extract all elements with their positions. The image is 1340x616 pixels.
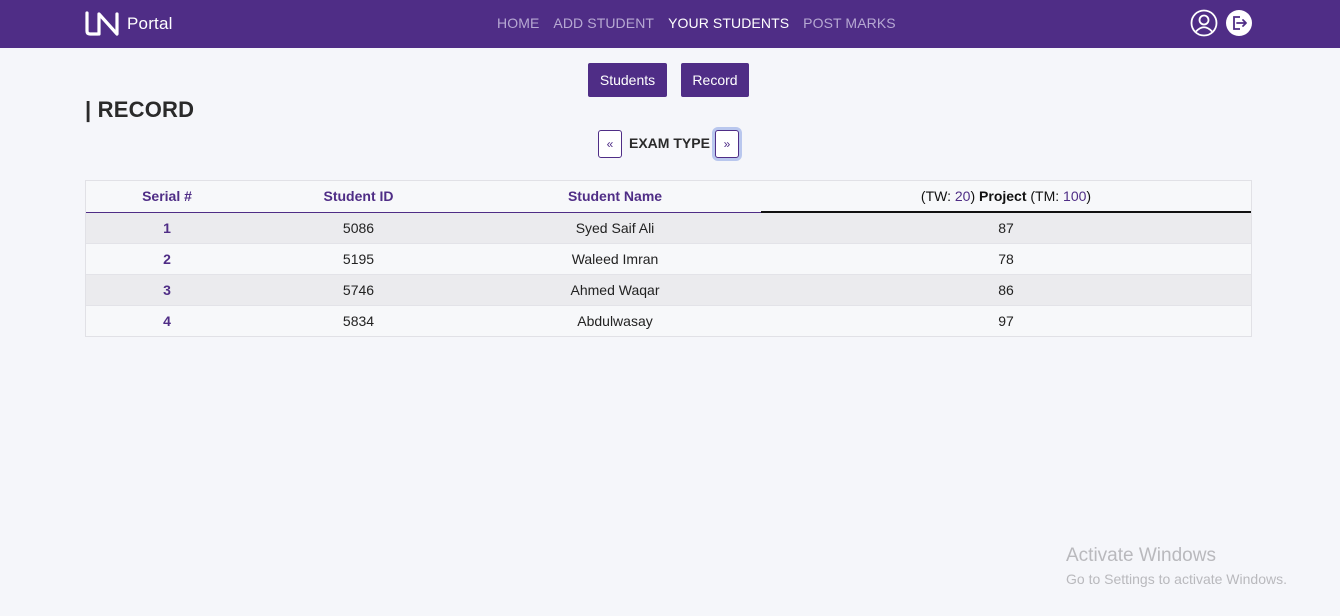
tm-prefix: (TM: — [1030, 188, 1064, 204]
watermark-title: Activate Windows — [1066, 545, 1216, 566]
total-marks-value: 100 — [1063, 188, 1087, 204]
activate-windows-watermark: Activate Windows Go to Settings to activ… — [1066, 545, 1287, 587]
cell-student-id: 5086 — [248, 211, 469, 244]
cell-serial: 2 — [86, 243, 248, 275]
col-header-student-name: Student Name — [469, 181, 761, 213]
col-header-marks: (TW: 20) Project (TM: 100) — [761, 181, 1251, 213]
brand-text: Portal — [127, 14, 173, 33]
tw-prefix: (TW: — [920, 188, 955, 204]
logout-icon[interactable] — [1225, 9, 1253, 37]
record-table: Serial # Student ID Student Name (TW: 20… — [86, 181, 1251, 336]
students-button[interactable]: Students — [588, 63, 667, 97]
table-row: 1 5086 Syed Saif Ali 87 — [86, 211, 1251, 244]
cell-serial: 1 — [86, 211, 248, 244]
tw-suffix: ) — [970, 188, 976, 204]
col-header-serial: Serial # — [86, 181, 248, 213]
cell-marks: 87 — [761, 211, 1251, 244]
page-title: | RECORD — [85, 97, 195, 122]
exam-type-prev-button[interactable]: « — [598, 130, 622, 158]
nav-link-home[interactable]: HOME — [497, 15, 539, 31]
nav-link-your-students[interactable]: YOUR STUDENTS — [668, 15, 789, 31]
cell-student-name: Syed Saif Ali — [469, 211, 761, 244]
record-button[interactable]: Record — [681, 63, 749, 97]
cell-serial: 4 — [86, 305, 248, 336]
record-table-container: Serial # Student ID Student Name (TW: 20… — [85, 180, 1252, 337]
cell-student-id: 5834 — [248, 305, 469, 336]
col-header-student-id: Student ID — [248, 181, 469, 213]
nav-links: HOME ADD STUDENT YOUR STUDENTS POST MARK… — [497, 15, 910, 31]
portal-logo-icon — [85, 11, 119, 36]
cell-student-id: 5195 — [248, 243, 469, 275]
table-row: 3 5746 Ahmed Waqar 86 — [86, 274, 1251, 306]
cell-student-name: Ahmed Waqar — [469, 274, 761, 306]
table-row: 2 5195 Waleed Imran 78 — [86, 243, 1251, 275]
cell-marks: 97 — [761, 305, 1251, 336]
top-navbar: Portal HOME ADD STUDENT YOUR STUDENTS PO… — [0, 0, 1340, 48]
exam-name: Project — [979, 188, 1027, 204]
nav-link-add-student[interactable]: ADD STUDENT — [553, 15, 654, 31]
table-row: 4 5834 Abdulwasay 97 — [86, 305, 1251, 336]
cell-student-name: Abdulwasay — [469, 305, 761, 336]
watermark-subtitle: Go to Settings to activate Windows. — [1066, 571, 1287, 587]
brand[interactable]: Portal — [84, 10, 173, 38]
tm-suffix: ) — [1086, 188, 1092, 204]
cell-marks: 78 — [761, 243, 1251, 275]
cell-student-name: Waleed Imran — [469, 243, 761, 275]
user-circle-icon[interactable] — [1190, 9, 1218, 37]
cell-marks: 86 — [761, 274, 1251, 306]
exam-type-label: EXAM TYPE — [629, 135, 710, 151]
nav-link-post-marks[interactable]: POST MARKS — [803, 15, 896, 31]
total-weight-value: 20 — [954, 188, 971, 204]
cell-serial: 3 — [86, 274, 248, 306]
exam-type-next-button[interactable]: » — [715, 130, 739, 158]
table-header-row: Serial # Student ID Student Name (TW: 20… — [86, 181, 1251, 213]
cell-student-id: 5746 — [248, 274, 469, 306]
